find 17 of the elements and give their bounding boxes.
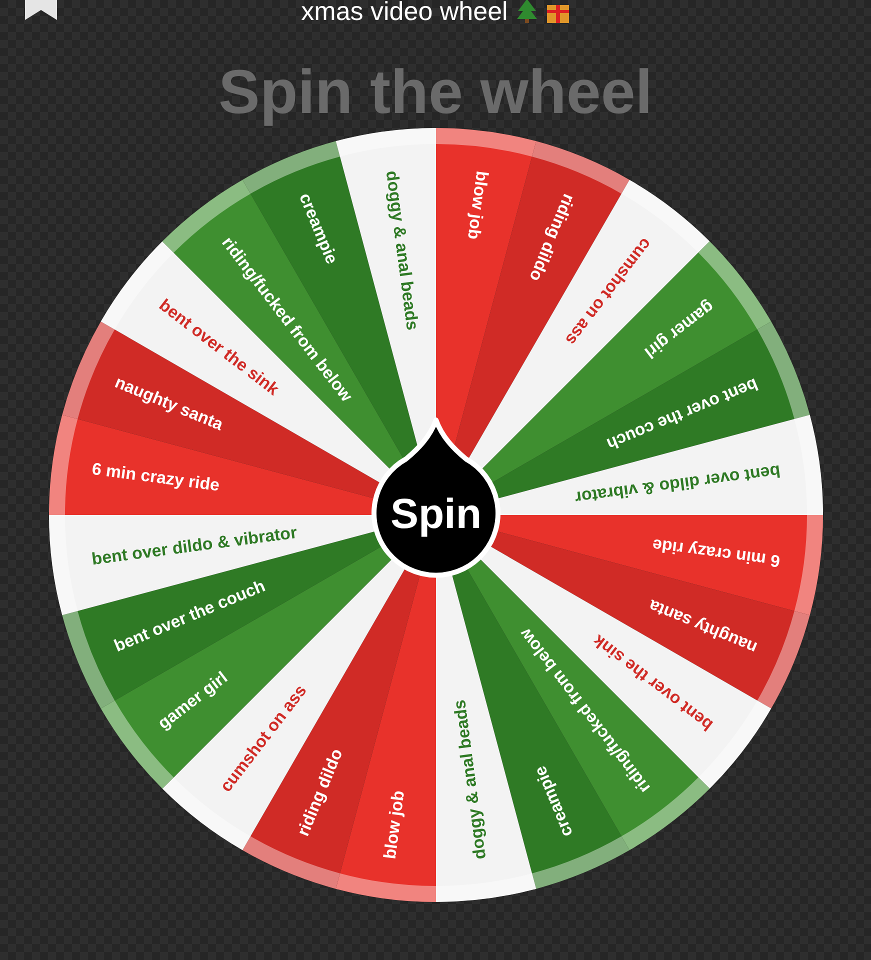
christmas-tree-icon bbox=[516, 0, 538, 23]
segment-label: riding dildo bbox=[525, 191, 578, 284]
segment-label: bent over dildo & vibrator bbox=[573, 461, 781, 508]
segment-label: riding dildo bbox=[293, 746, 346, 839]
spin-button[interactable]: Spin bbox=[371, 418, 500, 578]
page-title: xmas video wheel bbox=[301, 0, 508, 24]
segment-label: bent over dildo & vibrator bbox=[90, 522, 298, 569]
segment-label: doggy & anal beads bbox=[449, 698, 490, 860]
segment-label: bent over the couch bbox=[604, 374, 760, 454]
segment-label: bent over the couch bbox=[110, 576, 268, 656]
segment-label: doggy & anal beads bbox=[382, 170, 422, 332]
wheel-heading: Spin the wheel bbox=[218, 58, 653, 128]
segment-label: blow job bbox=[463, 170, 492, 241]
segment-label: blow job bbox=[380, 789, 408, 860]
bookmark-icon[interactable] bbox=[25, 0, 57, 20]
segment-label: 6 min crazy ride bbox=[90, 459, 220, 495]
segment-label: 6 min crazy ride bbox=[650, 535, 781, 571]
